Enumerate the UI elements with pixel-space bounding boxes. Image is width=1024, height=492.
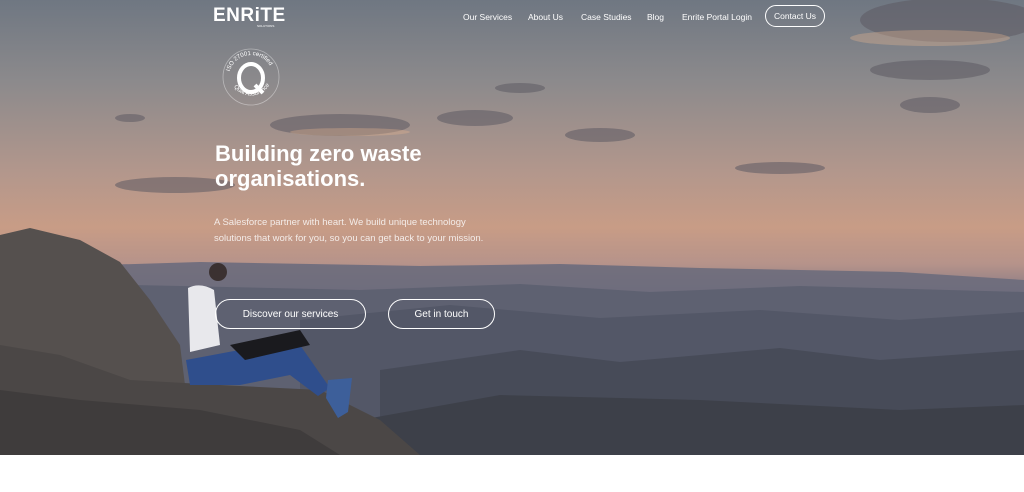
nav-portal-login[interactable]: Enrite Portal Login	[682, 12, 752, 22]
enrite-logo[interactable]: ENRiTE	[213, 5, 286, 27]
nav-blog[interactable]: Blog	[647, 12, 664, 22]
hero-section: ENRiTE SOLUTIONS Our Services About Us C…	[0, 0, 1024, 455]
certification-seal-icon: ISO 27001 certified Qual Assurance	[222, 48, 280, 106]
discover-services-button[interactable]: Discover our services	[215, 299, 366, 329]
badge-top-text: ISO 27001 certified	[226, 51, 273, 72]
top-navigation: ENRiTE SOLUTIONS Our Services About Us C…	[0, 0, 1024, 34]
logo-subtitle: SOLUTIONS	[257, 24, 275, 28]
get-in-touch-button[interactable]: Get in touch	[388, 299, 495, 329]
headline-line-1: Building zero waste	[215, 141, 422, 166]
hero-subtext: A Salesforce partner with heart. We buil…	[214, 217, 484, 244]
nav-about-us[interactable]: About Us	[528, 12, 563, 22]
contact-us-button[interactable]: Contact Us	[765, 5, 825, 27]
nav-case-studies[interactable]: Case Studies	[581, 12, 632, 22]
svg-text:ISO 27001 certified: ISO 27001 certified	[226, 51, 273, 72]
hero-headline: Building zero waste organisations.	[215, 141, 515, 191]
headline-line-2: organisations.	[215, 166, 366, 191]
hero-background-image	[0, 0, 1024, 455]
nav-our-services[interactable]: Our Services	[463, 12, 512, 22]
